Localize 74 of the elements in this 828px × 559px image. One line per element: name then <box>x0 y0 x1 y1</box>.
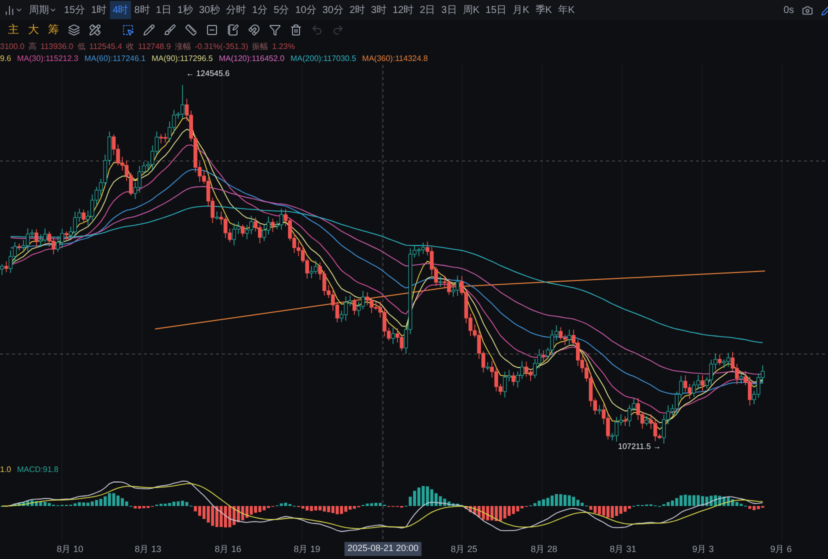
moving-average-value: 9.6 <box>0 53 12 65</box>
date-axis-label: 8月 16 <box>214 543 242 556</box>
interval-tab[interactable]: 30分 <box>319 1 346 19</box>
moving-average-value: MA(200):117030.5 <box>290 53 356 65</box>
moving-average-value: MA(90):117296.5 <box>152 53 213 65</box>
interval-tab[interactable]: 2时 <box>346 1 368 19</box>
interval-tab[interactable]: 8时 <box>131 1 153 19</box>
interval-tab[interactable]: 季K <box>532 1 555 19</box>
pencil-ruler-icon[interactable] <box>89 24 101 36</box>
indicator-tab[interactable]: 大 <box>28 22 39 38</box>
interval-tab[interactable]: 年K <box>554 1 578 19</box>
interval-tab[interactable]: 周K <box>460 1 482 19</box>
quote-label: 收 <box>126 41 134 53</box>
interval-tab[interactable]: 1分 <box>249 1 271 19</box>
camera-icon[interactable] <box>802 4 813 16</box>
interval-tab[interactable]: 1秒 <box>174 1 196 19</box>
interval-tab[interactable]: 分时 <box>223 1 250 19</box>
moving-average-value: MA(120):116452.0 <box>218 53 284 65</box>
quote-value: 1.23% <box>272 41 295 53</box>
refresh-timer: 0s <box>783 4 794 18</box>
quote-value: 3100.0 <box>0 41 24 53</box>
interval-tab[interactable]: 2日 <box>416 1 438 19</box>
quote-label: 低 <box>77 41 86 53</box>
interval-tab[interactable]: 3时 <box>368 1 390 19</box>
moving-average-value: MA(30):115212.3 <box>17 53 78 65</box>
bar-chart-icon <box>4 4 15 16</box>
interval-tab[interactable]: 12时 <box>390 1 417 19</box>
interval-tab[interactable]: 5分 <box>270 1 292 19</box>
low-price-marker: 107211.5 → <box>618 441 661 453</box>
interval-tab[interactable]: 4时 <box>110 1 132 19</box>
interval-tab[interactable]: 1日 <box>152 1 174 19</box>
caret-icon <box>15 6 23 14</box>
square-minus-icon[interactable] <box>206 24 218 36</box>
interval-tab[interactable]: 1时 <box>88 1 110 19</box>
interval-tab[interactable]: 15日 <box>482 1 510 19</box>
quote-label: 涨幅 <box>174 41 191 53</box>
moving-average-value: MA(60):117246.1 <box>84 53 146 65</box>
date-axis-label: 8月 28 <box>530 543 558 556</box>
interval-tab[interactable]: 3日 <box>438 1 460 19</box>
interval-tab[interactable]: 15分 <box>61 1 88 19</box>
filter-icon[interactable] <box>269 24 281 36</box>
quote-value: 112545.4 <box>89 41 122 53</box>
quote-label: 高 <box>28 41 36 53</box>
quote-value: -0.31%(-351.3) <box>194 41 248 53</box>
ruler-icon[interactable] <box>185 24 197 36</box>
macd-value: MACD:91.8 <box>17 464 58 476</box>
date-axis-label: 8月 19 <box>294 543 320 556</box>
quote-label: 振幅 <box>252 41 268 53</box>
trash-icon[interactable] <box>290 24 302 36</box>
interval-tab[interactable]: 30秒 <box>196 1 224 19</box>
period-dropdown[interactable]: 周期 <box>25 2 61 18</box>
layers-icon[interactable] <box>68 24 80 36</box>
select-box-icon[interactable] <box>122 24 134 36</box>
date-axis-label: 8月 31 <box>610 543 636 556</box>
brush-icon[interactable] <box>164 24 176 36</box>
date-axis-label: 8月 13 <box>134 543 162 556</box>
high-price-marker: ← 124545.6 <box>186 68 230 80</box>
date-axis-label: 8月 10 <box>56 543 84 556</box>
macd-value: 1.0 <box>0 464 12 476</box>
indicator-tab[interactable]: 主 <box>8 22 19 38</box>
pencil-icon[interactable] <box>143 24 155 36</box>
date-axis-label: 9月 6 <box>770 543 792 556</box>
moving-average-value: MA(360):114324.8 <box>362 53 428 65</box>
indicator-tab[interactable]: 筹 <box>48 22 59 38</box>
quote-value: 113936.0 <box>40 41 74 53</box>
interval-tab[interactable]: 月K <box>510 1 532 19</box>
date-axis-label: 8月 25 <box>450 543 478 556</box>
date-axis-label: 9月 3 <box>692 543 714 556</box>
crosshair-time-label: 2025-08-21 20:00 <box>344 542 422 556</box>
note-pen-icon[interactable] <box>227 24 239 36</box>
interval-tab[interactable]: 10分 <box>292 1 320 19</box>
caret-icon <box>49 6 57 14</box>
quote-value: 112748.9 <box>138 41 171 53</box>
magnet-icon[interactable] <box>248 24 260 36</box>
